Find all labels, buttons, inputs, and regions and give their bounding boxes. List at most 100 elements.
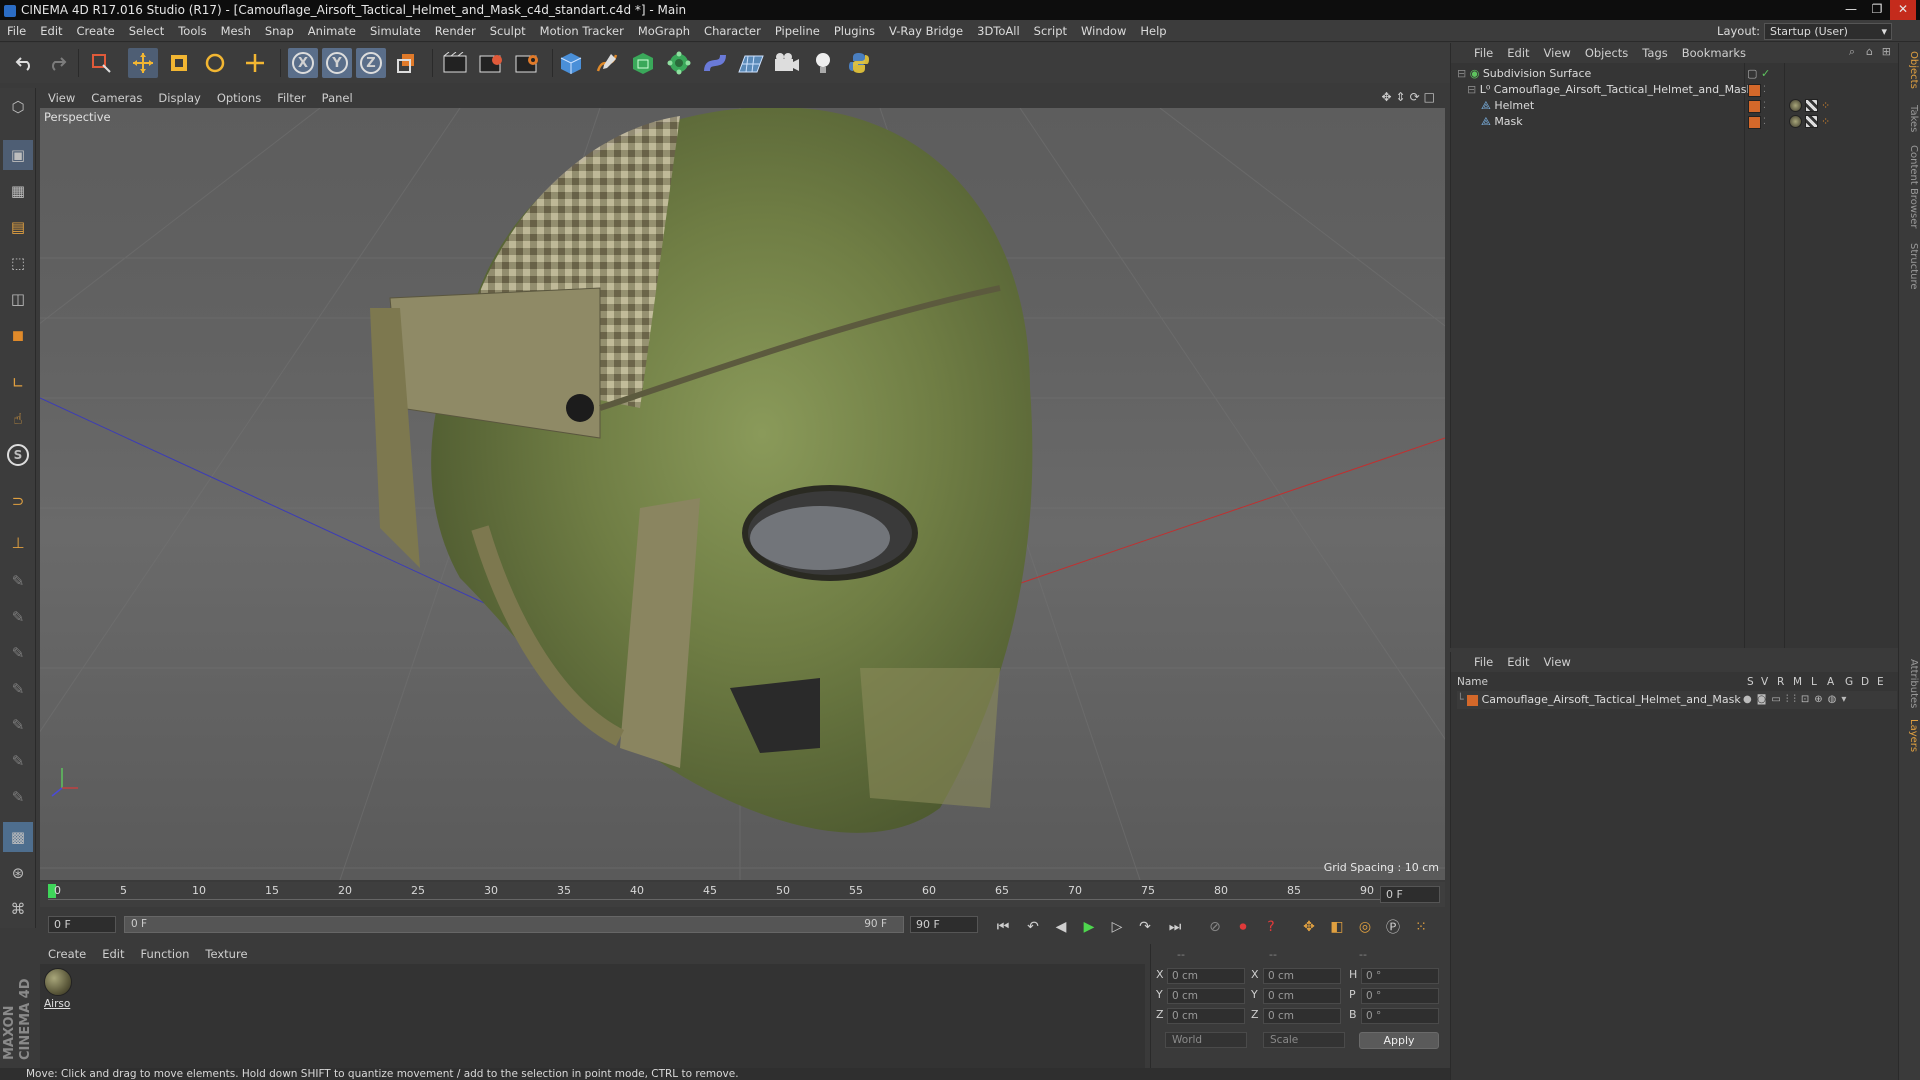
object-menu-view[interactable]: View [1537, 43, 1578, 63]
key-scale-icon[interactable]: ◧ [1324, 914, 1350, 940]
autokey-icon[interactable]: ? [1258, 914, 1284, 940]
rotate-icon[interactable] [200, 48, 230, 78]
visibility-dots[interactable]: ⁚ [1763, 113, 1766, 131]
object-menu-objects[interactable]: Objects [1578, 43, 1635, 63]
undo-icon[interactable] [10, 48, 40, 78]
brush-icon-4[interactable]: ✎ [3, 674, 33, 704]
menu-pipeline[interactable]: Pipeline [768, 20, 827, 42]
material-menu-texture[interactable]: Texture [197, 944, 255, 964]
layer-menu-file[interactable]: File [1467, 652, 1500, 672]
light-icon[interactable] [808, 48, 838, 78]
python-icon[interactable] [844, 48, 874, 78]
key-rotate-icon[interactable]: ◎ [1352, 914, 1378, 940]
brush-icon-1[interactable]: ✎ [3, 566, 33, 596]
render-view-icon[interactable] [440, 48, 470, 78]
menu-simulate[interactable]: Simulate [363, 20, 428, 42]
move-icon[interactable] [128, 48, 158, 78]
play-forward-icon[interactable]: ▶ [1076, 914, 1102, 940]
layout-select[interactable]: Startup (User) ▾ [1764, 23, 1892, 40]
brush-icon-3[interactable]: ✎ [3, 638, 33, 668]
previous-keyframe-icon[interactable]: ↶ [1020, 914, 1046, 940]
quantize-icon[interactable]: ⊥ [3, 528, 33, 558]
viewport-nav-icons[interactable]: ✥⇕⟳□ [1381, 90, 1439, 104]
menu-edit[interactable]: Edit [33, 20, 69, 42]
tab-structure[interactable]: Structure [1901, 243, 1919, 290]
menu-help[interactable]: Help [1133, 20, 1173, 42]
rot-p-field[interactable]: 0 ° [1361, 988, 1439, 1004]
transform-mode-select[interactable]: Scale [1263, 1032, 1345, 1048]
brush-icon-7[interactable]: ✎ [3, 782, 33, 812]
x-axis-icon[interactable]: X [288, 48, 318, 78]
menu-render[interactable]: Render [428, 20, 483, 42]
snap-icon[interactable]: S [3, 440, 33, 470]
rot-b-field[interactable]: 0 ° [1361, 1008, 1439, 1024]
menu-snap[interactable]: Snap [258, 20, 301, 42]
layer-color-swatch[interactable] [1467, 694, 1479, 706]
render-picture-viewer-icon[interactable] [476, 48, 506, 78]
timeline-ruler[interactable]: 0 5 10 15 20 25 30 35 40 45 50 55 60 65 … [40, 882, 1445, 907]
menu-motion-tracker[interactable]: Motion Tracker [533, 20, 631, 42]
phong-tag-icon[interactable]: ⁘ [1821, 113, 1830, 131]
menu-plugins[interactable]: Plugins [827, 20, 882, 42]
pos-y-field[interactable]: 0 cm [1167, 988, 1245, 1004]
deformer-icon[interactable] [700, 48, 730, 78]
axis-mode-icon[interactable]: ∟ [3, 368, 33, 398]
material-tag-icon[interactable] [1789, 99, 1802, 112]
viewport-menu-cameras[interactable]: Cameras [83, 88, 150, 108]
material-menu-function[interactable]: Function [133, 944, 198, 964]
menu-character[interactable]: Character [697, 20, 768, 42]
size-y-field[interactable]: 0 cm [1263, 988, 1341, 1004]
cube-primitive-icon[interactable] [556, 48, 586, 78]
layer-color-tag[interactable] [1748, 116, 1761, 129]
checkerboard-lock-icon[interactable]: ▩ [3, 822, 33, 852]
z-axis-icon[interactable]: Z [356, 48, 386, 78]
viewport-menu-panel[interactable]: Panel [314, 88, 361, 108]
material-menu-edit[interactable]: Edit [94, 944, 132, 964]
layer-row[interactable]: └ Camouflage_Airsoft_Tactical_Helmet_and… [1457, 691, 1897, 709]
viewport-menu-options[interactable]: Options [209, 88, 269, 108]
tab-attributes[interactable]: Attributes [1901, 659, 1919, 708]
minimize-button[interactable]: — [1838, 0, 1864, 20]
record-position-icon[interactable]: ⊘ [1202, 914, 1228, 940]
coordinate-mode-select[interactable]: World [1165, 1032, 1247, 1048]
camera-icon[interactable] [772, 48, 802, 78]
uvw-tag-icon[interactable] [1805, 99, 1818, 112]
y-axis-icon[interactable]: Y [322, 48, 352, 78]
object-row-mask[interactable]: ⟁ Mask ⁚ ⁘ [1481, 113, 1897, 131]
layer-menu-view[interactable]: View [1537, 652, 1578, 672]
layer-color-tag[interactable] [1748, 100, 1761, 113]
make-editable-icon[interactable]: ⬡ [3, 92, 33, 122]
key-param-icon[interactable]: Ⓟ [1380, 914, 1406, 940]
brush-icon-6[interactable]: ✎ [3, 746, 33, 776]
polygons-mode-icon[interactable]: ◼ [3, 320, 33, 350]
next-frame-icon[interactable]: ▷ [1104, 914, 1130, 940]
tweak-mode-icon[interactable]: ☝ [3, 404, 33, 434]
viewport-menu-display[interactable]: Display [150, 88, 208, 108]
uvw-tag-icon[interactable] [1805, 115, 1818, 128]
layer-menu-edit[interactable]: Edit [1500, 652, 1536, 672]
render-settings-icon[interactable] [512, 48, 542, 78]
rot-h-field[interactable]: 0 ° [1361, 968, 1439, 984]
menu-file[interactable]: File [0, 20, 33, 42]
scale-icon[interactable] [164, 48, 194, 78]
current-frame-field[interactable]: 0 F [1380, 886, 1440, 903]
size-x-field[interactable]: 0 cm [1263, 968, 1341, 984]
menu-3dtoall[interactable]: 3DToAll [970, 20, 1027, 42]
menu-select[interactable]: Select [122, 20, 171, 42]
size-z-field[interactable]: 0 cm [1263, 1008, 1341, 1024]
redo-icon[interactable] [42, 48, 72, 78]
tab-objects[interactable]: Objects [1901, 51, 1919, 89]
material-name[interactable]: Airso [44, 998, 70, 1010]
edges-mode-icon[interactable]: ◫ [3, 284, 33, 314]
menu-window[interactable]: Window [1074, 20, 1133, 42]
brush-icon-2[interactable]: ✎ [3, 602, 33, 632]
pos-x-field[interactable]: 0 cm [1167, 968, 1245, 984]
next-keyframe-icon[interactable]: ↷ [1132, 914, 1158, 940]
search-icon[interactable]: ⌕ [1849, 45, 1855, 59]
menu-sculpt[interactable]: Sculpt [483, 20, 533, 42]
coordinate-system-icon[interactable] [392, 48, 422, 78]
end-frame-field[interactable]: 90 F [910, 916, 978, 933]
frame-range-slider[interactable]: 0 F 90 F [124, 916, 904, 933]
menu-vray-bridge[interactable]: V-Ray Bridge [882, 20, 970, 42]
go-to-start-icon[interactable]: ⏮ [990, 914, 1016, 940]
